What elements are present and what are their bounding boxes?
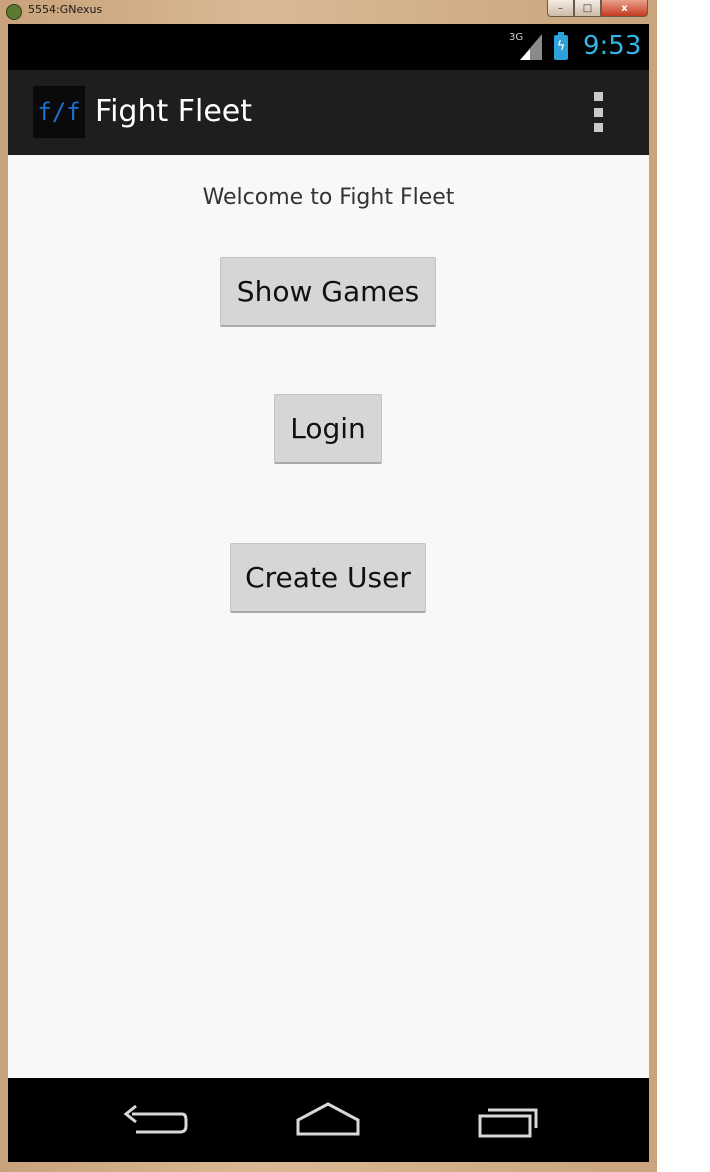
clock: 9:53	[583, 31, 642, 61]
navigation-bar	[8, 1078, 649, 1162]
minimize-button[interactable]: –	[547, 0, 574, 17]
close-button[interactable]: x	[601, 0, 648, 17]
emulator-window: 5554:GNexus – □ x 3G ϟ 9:53 f/f Fight Fl…	[0, 0, 657, 1172]
app-logo[interactable]: f/f	[33, 86, 85, 138]
show-games-button[interactable]: Show Games	[220, 257, 436, 327]
overflow-dot	[593, 123, 603, 132]
charging-icon: ϟ	[556, 39, 566, 54]
maximize-button[interactable]: □	[574, 0, 601, 17]
action-bar: f/f Fight Fleet	[8, 70, 649, 155]
status-bar: 3G ϟ 9:53	[8, 24, 649, 70]
recent-apps-icon[interactable]	[470, 1098, 550, 1144]
signal-icon	[520, 34, 542, 60]
app-title: Fight Fleet	[95, 94, 253, 129]
back-icon[interactable]	[114, 1098, 194, 1144]
welcome-text: Welcome to Fight Fleet	[202, 185, 455, 210]
home-icon[interactable]	[288, 1098, 368, 1144]
overflow-dot	[593, 92, 603, 101]
android-emulator-icon	[6, 4, 22, 20]
phone-screen: 3G ϟ 9:53 f/f Fight Fleet Welcome to Fig…	[8, 24, 649, 1162]
battery-icon: ϟ	[554, 32, 568, 60]
window-titlebar: 5554:GNexus – □ x	[0, 0, 657, 22]
main-content: Welcome to Fight Fleet Show Games Login …	[8, 155, 649, 1078]
overflow-menu-icon[interactable]	[586, 92, 610, 132]
window-title: 5554:GNexus	[28, 3, 103, 16]
create-user-button[interactable]: Create User	[230, 543, 426, 613]
login-button[interactable]: Login	[274, 394, 382, 464]
overflow-dot	[593, 107, 603, 117]
